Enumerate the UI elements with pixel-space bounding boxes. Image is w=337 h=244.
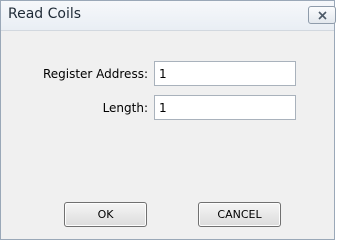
register-address-input[interactable]: [154, 61, 296, 86]
close-button[interactable]: [308, 6, 336, 24]
read-coils-dialog: Read Coils Register Address: Length: OK …: [0, 0, 336, 240]
length-input[interactable]: [154, 95, 296, 120]
length-label: Length:: [102, 101, 148, 115]
register-address-label: Register Address:: [42, 67, 148, 81]
title-bar: Read Coils: [1, 1, 336, 31]
ok-button[interactable]: OK: [64, 202, 147, 227]
window-title: Read Coils: [8, 6, 82, 22]
close-icon: [318, 11, 327, 20]
cancel-button[interactable]: CANCEL: [198, 202, 281, 227]
